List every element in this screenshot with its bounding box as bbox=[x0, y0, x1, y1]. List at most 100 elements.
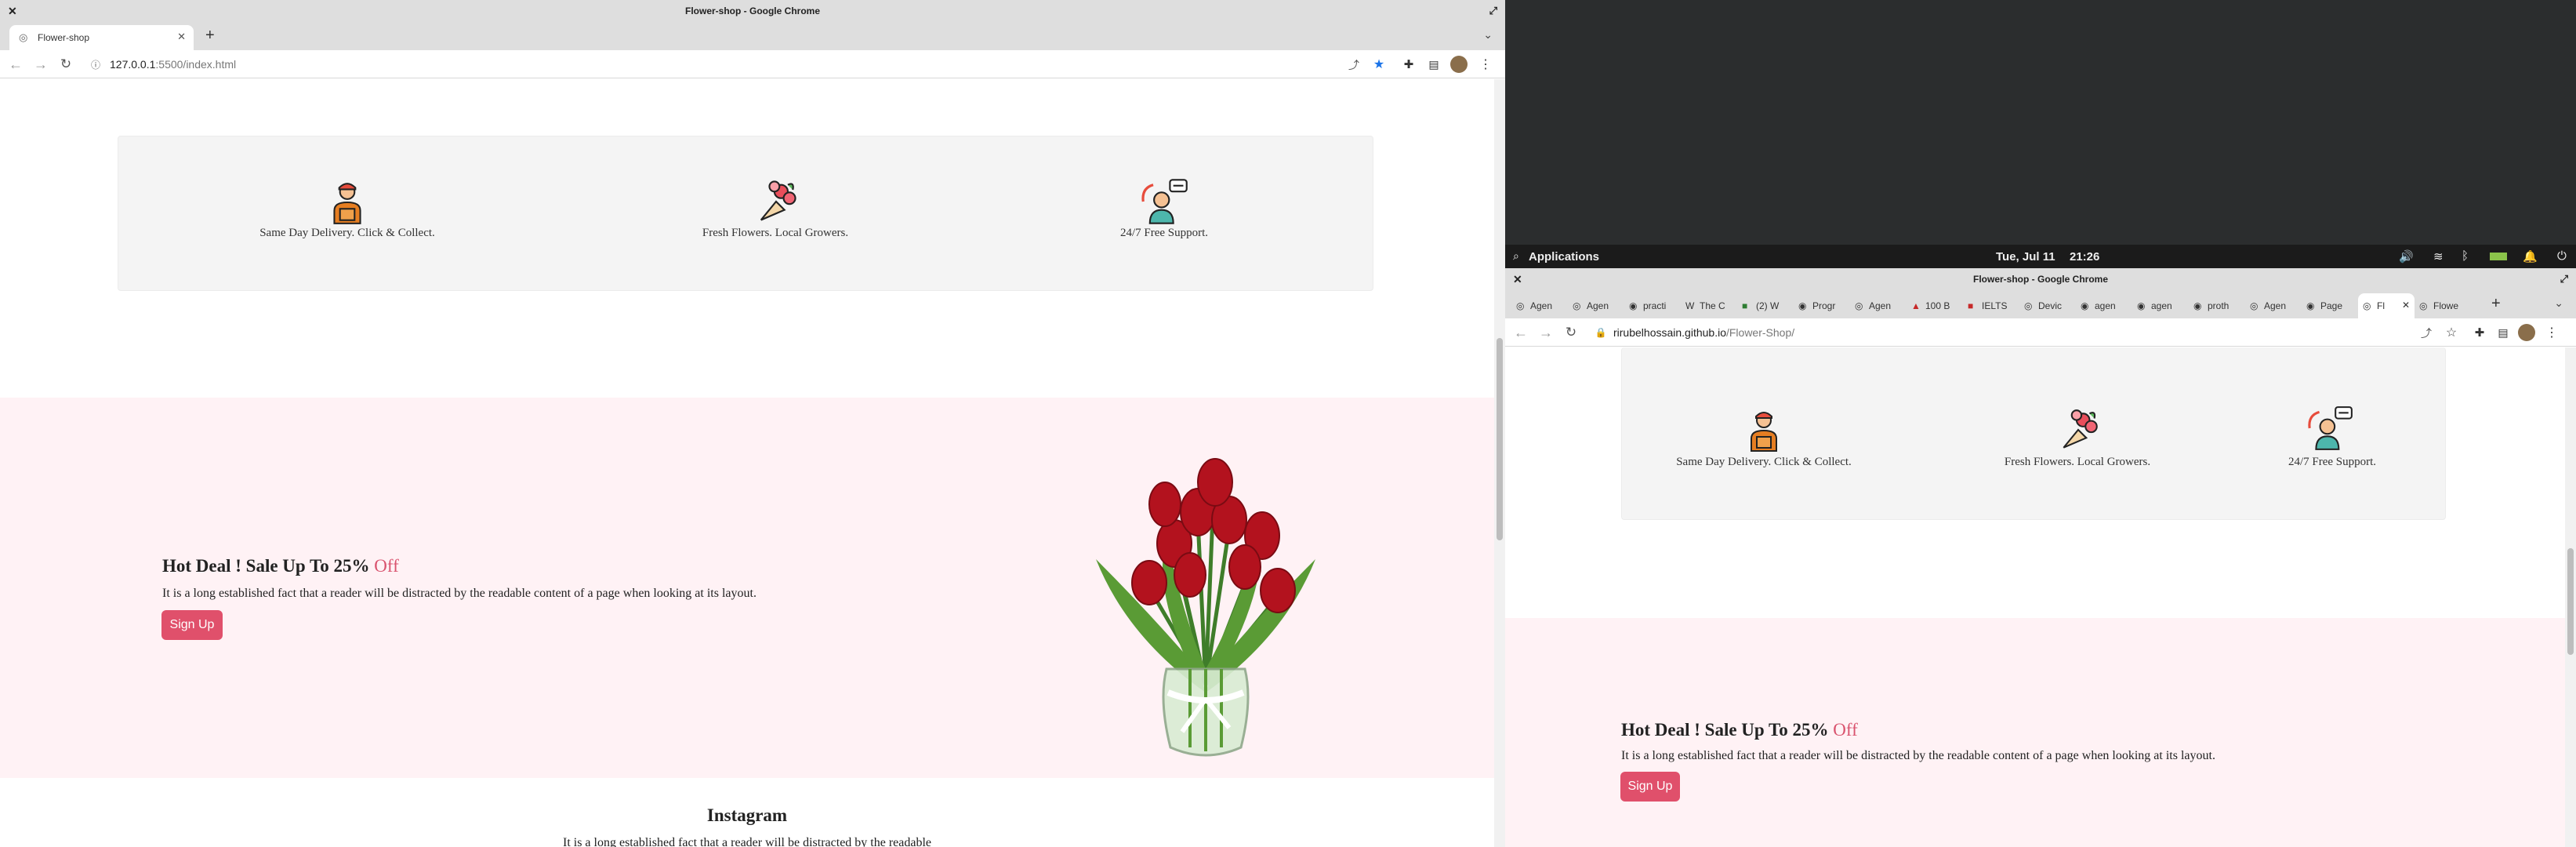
notification-bell-icon[interactable]: 🔔 bbox=[2523, 249, 2538, 264]
tab-item[interactable]: ◉ Page bbox=[2302, 293, 2358, 318]
tab-item[interactable]: ◉ agen bbox=[2132, 293, 2189, 318]
tab-item[interactable]: ◎ Agen bbox=[1568, 293, 1624, 318]
extensions-icon[interactable]: ✚ bbox=[1400, 56, 1417, 73]
tab-item-label: Agen bbox=[2264, 300, 2287, 311]
tab-item[interactable]: ◎ Agen bbox=[2245, 293, 2302, 318]
feature-flowers-label: Fresh Flowers. Local Growers. bbox=[702, 227, 849, 239]
left-tab-strip: ◎ Flower-shop ✕ + ⌄ bbox=[0, 22, 1505, 50]
tab-item[interactable]: ◎ Agen bbox=[1511, 293, 1568, 318]
delivery-man-icon bbox=[1751, 412, 1777, 452]
right-share-icon[interactable]: ⤴ bbox=[2418, 325, 2435, 342]
right-new-tab-icon[interactable]: + bbox=[2491, 295, 2501, 313]
side-panel-icon[interactable]: ▤ bbox=[1425, 56, 1442, 73]
left-scrollbar[interactable] bbox=[1494, 79, 1505, 847]
lock-icon[interactable]: 🔒 bbox=[1593, 325, 1609, 340]
tab-flower-shop[interactable]: ◎ Flower-shop ✕ bbox=[9, 25, 194, 50]
power-icon[interactable]: ⏻ bbox=[2557, 249, 2567, 263]
site-info-icon[interactable]: ⓘ bbox=[88, 56, 103, 72]
right-toolbar: ← → ↻ 🔒 rirubelhossain.github.io/Flower-… bbox=[1505, 318, 2576, 347]
restore-window-icon[interactable]: ⤢ bbox=[1489, 0, 1497, 22]
share-icon[interactable]: ⤴ bbox=[1345, 56, 1362, 74]
right-address-bar[interactable]: rirubelhossain.github.io/Flower-Shop/ bbox=[1613, 326, 1794, 339]
tab-item[interactable]: ◉ Progr bbox=[1794, 293, 1850, 318]
right-deal-title: Hot Deal ! Sale Up To 25% Off bbox=[1621, 720, 1858, 740]
url-host: 127.0.0.1 bbox=[110, 58, 156, 71]
right-title-bar: ✕ Flower-shop - Google Chrome ⤢ bbox=[1505, 268, 2576, 290]
close-window-icon[interactable]: ✕ bbox=[8, 0, 17, 22]
desktop-top-panel: ⌕ Applications Tue, Jul 11 21:26 🔊 ≋ ᛒ 🔔… bbox=[1505, 245, 2576, 268]
delivery-man-icon bbox=[333, 183, 361, 224]
tab-item-label: proth bbox=[2208, 300, 2230, 311]
right-reload-icon[interactable]: ↻ bbox=[1562, 323, 1580, 342]
right-tab-search-icon[interactable]: ⌄ bbox=[2554, 296, 2563, 310]
battery-icon bbox=[2490, 253, 2507, 260]
flower-bouquet-icon bbox=[760, 180, 796, 221]
tab-label: Flower-shop bbox=[38, 32, 90, 43]
tab-item[interactable]: ◉ agen bbox=[2076, 293, 2132, 318]
tab-search-icon[interactable]: ⌄ bbox=[1483, 28, 1493, 42]
right-side-panel-icon[interactable]: ▤ bbox=[2494, 324, 2512, 341]
back-icon[interactable]: ← bbox=[6, 55, 25, 74]
tab-item-active[interactable]: ◎ Fl ✕ bbox=[2358, 293, 2415, 318]
left-scrollbar-thumb[interactable] bbox=[1497, 338, 1503, 540]
panel-date: Tue, Jul 11 bbox=[1996, 250, 2055, 264]
right-extensions-icon[interactable]: ✚ bbox=[2471, 324, 2488, 341]
address-bar[interactable]: 127.0.0.1:5500/index.html bbox=[110, 58, 236, 71]
tab-item[interactable]: ◎ Agen bbox=[1850, 293, 1907, 318]
right-bookmark-star-icon[interactable]: ☆ bbox=[2443, 324, 2460, 341]
tab-item[interactable]: ◉ practi bbox=[1624, 293, 1681, 318]
right-scrollbar[interactable] bbox=[2565, 347, 2576, 847]
new-tab-icon[interactable]: + bbox=[205, 27, 215, 45]
tab-item[interactable]: ▲ 100 B bbox=[1907, 293, 1963, 318]
avatar[interactable] bbox=[1450, 56, 1468, 73]
forward-icon[interactable]: → bbox=[31, 55, 50, 74]
right-feature-support-label: 24/7 Free Support. bbox=[2288, 456, 2377, 468]
right-window-title: Flower-shop - Google Chrome bbox=[1972, 274, 2108, 285]
volume-icon[interactable]: 🔊 bbox=[2399, 249, 2414, 264]
tab-item-label: IELTS bbox=[1982, 300, 2008, 311]
right-scrollbar-thumb[interactable] bbox=[2567, 548, 2574, 655]
right-close-window-icon[interactable]: ✕ bbox=[1513, 268, 1522, 290]
applications-menu[interactable]: Applications bbox=[1529, 250, 1599, 264]
deal-description: It is a long established fact that a rea… bbox=[162, 587, 756, 600]
feature-support-label: 24/7 Free Support. bbox=[1119, 227, 1209, 239]
feature-delivery-label: Same Day Delivery. Click & Collect. bbox=[259, 227, 435, 239]
flower-bouquet-icon bbox=[2063, 409, 2098, 449]
reload-icon[interactable]: ↻ bbox=[56, 55, 75, 74]
tab-item-label: Agen bbox=[1869, 300, 1892, 311]
tab-item-label: Agen bbox=[1587, 300, 1609, 311]
signup-button[interactable]: Sign Up bbox=[161, 610, 223, 640]
right-feature-flowers-label: Fresh Flowers. Local Growers. bbox=[2004, 456, 2151, 468]
tab-item[interactable]: ◎ Flowe bbox=[2415, 293, 2471, 318]
right-deal-title-text: Hot Deal ! Sale Up To 25% bbox=[1621, 720, 1829, 740]
tab-close-icon[interactable]: ✕ bbox=[177, 31, 186, 43]
tab-item-label: agen bbox=[2151, 300, 2172, 311]
bookmark-star-icon[interactable]: ★ bbox=[1370, 56, 1388, 73]
wifi-icon[interactable]: ≋ bbox=[2433, 249, 2444, 264]
menu-icon[interactable]: ⋮ bbox=[1477, 56, 1494, 73]
tab-item-label: agen bbox=[2095, 300, 2116, 311]
deal-title: Hot Deal ! Sale Up To 25% Off bbox=[162, 556, 399, 576]
support-agent-icon bbox=[1141, 179, 1188, 224]
right-avatar[interactable] bbox=[2518, 324, 2535, 341]
tab-item[interactable]: ■ IELTS bbox=[1963, 293, 2019, 318]
right-restore-window-icon[interactable]: ⤢ bbox=[2560, 268, 2568, 290]
instagram-title: Instagram bbox=[706, 805, 788, 825]
tab-item-label: Fl bbox=[2377, 300, 2385, 311]
tab-item[interactable]: ◉ proth bbox=[2189, 293, 2245, 318]
right-menu-icon[interactable]: ⋮ bbox=[2543, 324, 2560, 341]
right-forward-icon[interactable]: → bbox=[1537, 323, 1555, 342]
tulip-vase-image bbox=[1096, 458, 1315, 757]
bluetooth-icon[interactable]: ᛒ bbox=[2462, 249, 2469, 263]
tab-item[interactable]: W The C bbox=[1681, 293, 1737, 318]
right-deal-description: It is a long established fact that a rea… bbox=[1621, 749, 2215, 762]
tab-item[interactable]: ◎ Devic bbox=[2019, 293, 2076, 318]
applications-search-icon[interactable]: ⌕ bbox=[1513, 249, 1519, 263]
tab-item[interactable]: ■ (2) W bbox=[1737, 293, 1794, 318]
tab-close-icon[interactable]: ✕ bbox=[2402, 300, 2410, 311]
right-back-icon[interactable]: ← bbox=[1511, 323, 1530, 342]
tab-item-label: Page bbox=[2320, 300, 2343, 311]
tab-item-label: Flowe bbox=[2433, 300, 2459, 311]
window-title: Flower-shop - Google Chrome bbox=[684, 5, 820, 16]
right-signup-button[interactable]: Sign Up bbox=[1620, 772, 1680, 802]
